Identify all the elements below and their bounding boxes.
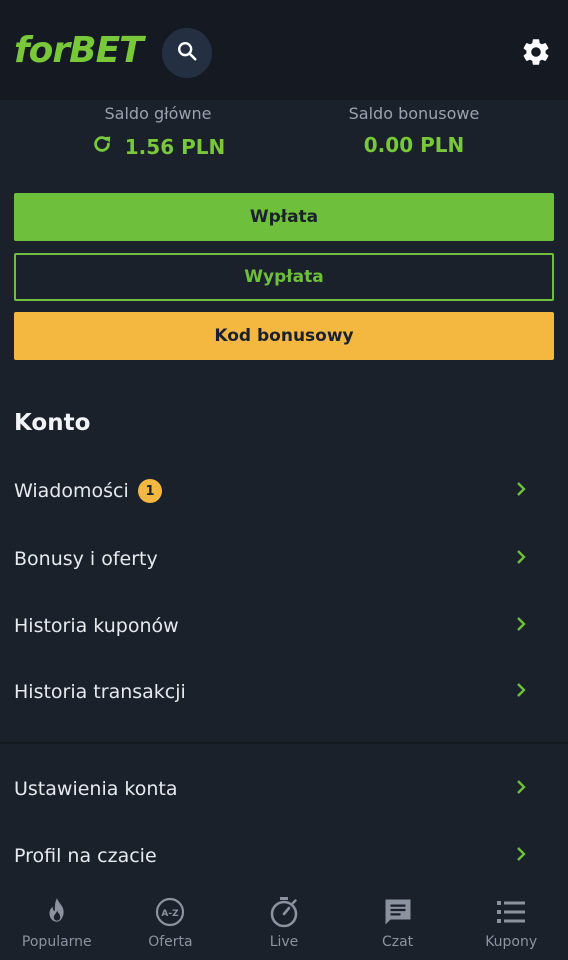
list-icon xyxy=(496,894,526,930)
svg-text:A-Z: A-Z xyxy=(162,909,180,919)
search-button[interactable] xyxy=(162,28,212,78)
app-header: forBET xyxy=(0,0,568,100)
gear-icon xyxy=(520,36,552,72)
chevron-right-icon xyxy=(512,845,530,867)
nav-label: Oferta xyxy=(148,934,193,950)
menu-item-label: Profil na czacie xyxy=(14,845,157,867)
deposit-button[interactable]: Wpłata xyxy=(14,193,554,241)
nav-chat[interactable]: Czat xyxy=(341,880,455,960)
az-icon: A-Z xyxy=(155,894,185,930)
refresh-icon[interactable] xyxy=(91,133,113,160)
main-balance-value: 1.56 PLN xyxy=(124,134,226,159)
chevron-right-icon xyxy=(512,681,530,703)
withdraw-button[interactable]: Wypłata xyxy=(14,253,554,301)
chevron-right-icon xyxy=(512,615,530,637)
section-divider xyxy=(0,742,568,744)
menu-item-label: Historia transakcji xyxy=(14,681,186,703)
flame-icon xyxy=(44,894,70,930)
nav-label: Popularne xyxy=(21,934,92,950)
nav-label: Czat xyxy=(381,934,414,950)
bonus-balance-label: Saldo bonusowe xyxy=(348,104,480,123)
menu-item-transaction-history[interactable]: Historia transakcji xyxy=(0,662,568,722)
main-balance: Saldo główne 1.56 PLN xyxy=(18,100,298,160)
nav-label: Kupony xyxy=(485,934,538,950)
nav-offer[interactable]: A-Z Oferta xyxy=(114,880,228,960)
menu-item-label: Wiadomości xyxy=(14,480,129,502)
balances-panel: Saldo główne 1.56 PLN Saldo bonusowe 0.0… xyxy=(0,100,568,170)
main-balance-label: Saldo główne xyxy=(104,104,212,123)
nav-live[interactable]: Live xyxy=(227,880,341,960)
stopwatch-icon xyxy=(269,894,299,930)
bottom-navigation: Popularne A-Z Oferta Live Czat Kupony xyxy=(0,880,568,960)
nav-popular[interactable]: Popularne xyxy=(0,880,114,960)
bonus-code-button[interactable]: Kod bonusowy xyxy=(14,312,554,360)
menu-item-messages[interactable]: Wiadomości 1 xyxy=(0,461,568,521)
menu-item-label: Bonusy i oferty xyxy=(14,548,158,570)
bonus-balance: Saldo bonusowe 0.00 PLN xyxy=(272,100,556,157)
menu-item-label: Historia kuponów xyxy=(14,615,179,637)
settings-button[interactable] xyxy=(516,34,556,74)
bonus-balance-value: 0.00 PLN xyxy=(363,133,465,157)
account-section-title: Konto xyxy=(14,410,91,436)
nav-label: Live xyxy=(269,934,299,950)
menu-item-label: Ustawienia konta xyxy=(14,778,178,800)
search-icon xyxy=(176,40,198,66)
forbet-logo[interactable]: forBET xyxy=(14,30,144,71)
chevron-right-icon xyxy=(512,778,530,800)
menu-item-account-settings[interactable]: Ustawienia konta xyxy=(0,759,568,819)
chevron-right-icon xyxy=(512,480,530,502)
nav-coupons[interactable]: Kupony xyxy=(454,880,568,960)
menu-item-bonuses[interactable]: Bonusy i oferty xyxy=(0,529,568,589)
menu-item-coupon-history[interactable]: Historia kuponów xyxy=(0,596,568,656)
chat-icon xyxy=(383,894,413,930)
menu-item-chat-profile[interactable]: Profil na czacie xyxy=(0,826,568,886)
chevron-right-icon xyxy=(512,548,530,570)
unread-badge: 1 xyxy=(138,479,162,503)
